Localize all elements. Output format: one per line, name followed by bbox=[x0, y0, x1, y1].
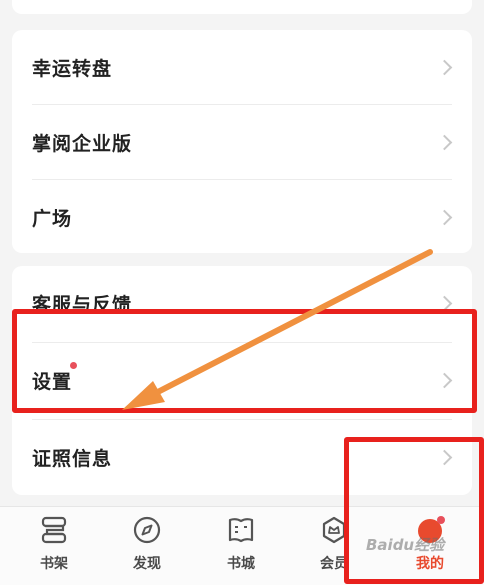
chevron-right-icon bbox=[436, 295, 453, 311]
menu-card-2: 客服与反馈 设置 证照信息 bbox=[12, 266, 472, 495]
menu-item-label: 客服与反馈 bbox=[32, 293, 133, 316]
menu-item-label: 幸运转盘 bbox=[32, 57, 113, 80]
chevron-right-icon bbox=[436, 372, 453, 388]
notification-badge bbox=[70, 362, 77, 369]
menu-item-enterprise[interactable]: 掌阅企业版 bbox=[12, 105, 472, 179]
tab-bookstore[interactable]: 书城 bbox=[193, 507, 289, 585]
tab-label: 会员 bbox=[320, 556, 348, 572]
tab-label: 我的 bbox=[416, 556, 444, 572]
tab-bookshelf[interactable]: 书架 bbox=[6, 507, 102, 585]
chevron-right-icon bbox=[436, 449, 453, 465]
menu-item-customer-service[interactable]: 客服与反馈 bbox=[12, 266, 472, 340]
top-card bbox=[12, 0, 472, 14]
menu-card-1: 幸运转盘 掌阅企业版 广场 bbox=[12, 30, 472, 253]
chevron-right-icon bbox=[436, 209, 453, 225]
menu-item-license-info[interactable]: 证照信息 bbox=[12, 420, 472, 494]
watermark-text: Baidu经验 bbox=[366, 536, 445, 554]
menu-item-label: 掌阅企业版 bbox=[32, 132, 133, 155]
compass-icon bbox=[133, 516, 161, 544]
menu-item-label: 广场 bbox=[32, 207, 73, 230]
tab-label: 发现 bbox=[133, 556, 161, 572]
tab-label: 书城 bbox=[227, 556, 255, 572]
chevron-right-icon bbox=[436, 59, 453, 75]
chevron-right-icon bbox=[436, 134, 453, 150]
menu-item-label: 设置 bbox=[32, 370, 73, 393]
tab-label: 书架 bbox=[40, 556, 68, 572]
menu-item-label: 证照信息 bbox=[32, 447, 113, 470]
book-store-icon bbox=[228, 518, 254, 543]
vip-crown-icon bbox=[322, 516, 346, 544]
menu-item-square[interactable]: 广场 bbox=[12, 180, 472, 254]
tab-discover[interactable]: 发现 bbox=[99, 507, 195, 585]
menu-item-settings[interactable]: 设置 bbox=[12, 343, 472, 417]
bookshelf-icon bbox=[41, 516, 67, 544]
menu-item-lucky-wheel[interactable]: 幸运转盘 bbox=[12, 30, 472, 104]
